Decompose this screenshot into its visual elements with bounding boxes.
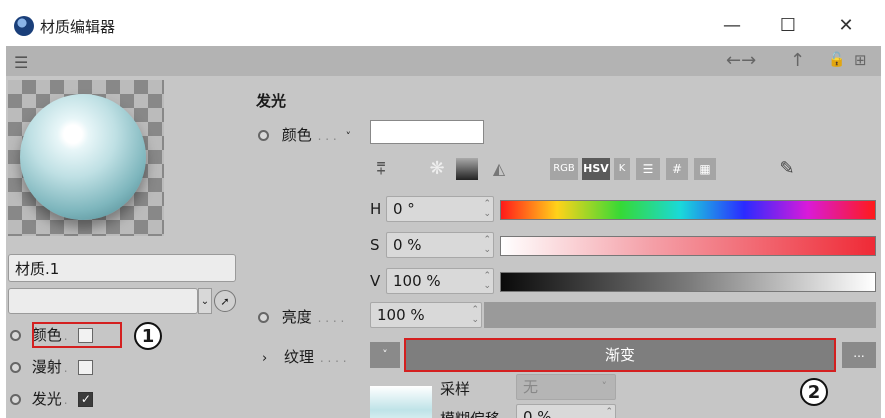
saturation-slider[interactable] (500, 236, 876, 256)
callout-1: 1 (134, 322, 162, 350)
brightness-slider[interactable] (484, 302, 876, 328)
texture-more-button[interactable]: ... (842, 342, 876, 368)
cinema4d-app-icon (14, 16, 34, 36)
back-forward-icon[interactable]: ←→ (726, 50, 756, 71)
v-label: V (370, 272, 381, 290)
editor-toolbar: ☰ ←→ ↑ 🔓 ⊞ (6, 46, 881, 76)
spinner-icon[interactable]: ⌃⌄ (471, 305, 479, 325)
h-field[interactable]: 0 ° ⌃ ⌄ (386, 196, 494, 222)
up-arrow-icon[interactable]: ↑ (790, 50, 805, 71)
spinner-icon[interactable]: ⌃⌄ (483, 271, 491, 291)
sampling-dropdown[interactable]: 无 ˅ (516, 374, 616, 400)
radio-icon (10, 330, 21, 341)
brightness-row: 亮度 . . . . (258, 306, 344, 327)
hex-icon[interactable]: # (666, 158, 688, 180)
section-title: 发光 (256, 92, 287, 110)
value-slider[interactable] (500, 272, 876, 292)
rgb-mode-icon[interactable]: RGB (550, 158, 578, 180)
v-value: 100 % (393, 272, 441, 290)
blur-offset-field[interactable]: 0 % ⌃⌄ (516, 404, 616, 418)
color-swatch[interactable] (370, 120, 484, 144)
radio-icon[interactable] (258, 130, 269, 141)
callout-2: 2 (800, 378, 828, 406)
material-name-field[interactable]: 材质.1 (8, 254, 236, 282)
sampling-value: 无 (523, 378, 539, 396)
material-preview[interactable] (8, 80, 164, 236)
s-value: 0 % (393, 236, 422, 254)
chevron-down-icon: ˅ (601, 380, 608, 393)
hamburger-icon[interactable]: ☰ (14, 53, 28, 72)
channel-luminance[interactable]: 发光. ✓ (10, 386, 94, 412)
h-value: 0 ° (393, 200, 415, 218)
radio-icon (10, 362, 21, 373)
minimize-button[interactable]: — (710, 12, 754, 40)
annotation-box-1 (32, 322, 122, 348)
channel-diffuse-checkbox[interactable] (78, 360, 94, 375)
s-field[interactable]: 0 % ⌃ ⌄ (386, 232, 494, 258)
spinner-icon[interactable]: ⌃⌄ (483, 235, 491, 255)
radio-icon (10, 394, 21, 405)
s-label: S (370, 236, 380, 254)
spectrum-icon[interactable] (456, 158, 478, 180)
spinner-icon[interactable]: ⌃⌄ (483, 199, 491, 219)
brightness-label: 亮度 (281, 308, 312, 326)
spinner-icon[interactable]: ⌃⌄ (605, 407, 613, 418)
swatches-grid-icon[interactable]: ▦ (694, 158, 716, 180)
pointer-picker-icon[interactable]: ➚ (214, 290, 236, 312)
material-layer-dropdown[interactable] (8, 288, 198, 314)
channel-diffuse[interactable]: 漫射. (10, 354, 94, 380)
annotation-box-2 (404, 338, 836, 372)
v-field[interactable]: 100 % ⌃ ⌄ (386, 268, 494, 294)
color-wheel-icon[interactable]: ❋ (426, 158, 448, 180)
title-bar: 材质编辑器 — ☐ ✕ (6, 6, 881, 46)
texture-row: › 纹理 . . . . (262, 348, 347, 366)
radio-icon[interactable] (258, 312, 269, 323)
chevron-down-icon[interactable]: ˅ (345, 130, 351, 143)
color-row: 颜色 . . . ˅ (258, 124, 351, 145)
material-editor-window: 材质编辑器 — ☐ ✕ ☰ ←→ ↑ 🔓 ⊞ 材质.1 ⌄ ➚ 颜色. 1 漫射… (6, 6, 881, 418)
hsv-mode-icon[interactable]: HSV (582, 158, 610, 180)
hue-slider[interactable] (500, 200, 876, 220)
channel-luminance-checkbox[interactable]: ✓ (78, 392, 94, 407)
blur-offset-label: 模糊偏移 (440, 408, 500, 418)
image-icon[interactable]: ◭ (488, 158, 510, 180)
channel-label: 漫射 (31, 358, 62, 376)
maximize-button[interactable]: ☐ (766, 12, 810, 40)
new-window-icon[interactable]: ⊞ (854, 51, 867, 69)
close-button[interactable]: ✕ (824, 12, 868, 40)
texture-label: 纹理 (283, 348, 314, 366)
brightness-value: 100 % (377, 306, 425, 324)
eyedropper-icon[interactable]: ✎ (776, 158, 798, 180)
expand-arrow-icon[interactable]: › (262, 351, 267, 366)
left-pane: 材质.1 ⌄ ➚ 颜色. 1 漫射. 发光. ✓ (6, 76, 246, 418)
preview-sphere (20, 94, 146, 220)
brightness-field[interactable]: 100 % ⌃ ⌄ (370, 302, 482, 328)
color-wheel-toggle-icon[interactable]: ⩱ (370, 158, 392, 180)
blur-offset-value: 0 % (523, 408, 552, 418)
window-title: 材质编辑器 (40, 18, 116, 36)
chevron-down-icon[interactable]: ⌄ (198, 288, 212, 314)
lock-icon[interactable]: 🔓 (828, 52, 845, 68)
h-label: H (370, 200, 382, 218)
right-pane: 发光 颜色 . . . ˅ ⩱ ❋ ◭ RGB HSV K ☰ # ▦ ✎ H … (250, 76, 881, 418)
texture-thumbnail[interactable] (370, 386, 432, 418)
color-label: 颜色 (281, 126, 312, 144)
channel-label: 发光 (31, 390, 62, 408)
kelvin-mode-icon[interactable]: K (614, 158, 630, 180)
texture-dropdown-chevron-icon[interactable]: ˅ (370, 342, 400, 368)
sampling-label: 采样 (440, 380, 471, 398)
mixer-icon[interactable]: ☰ (636, 158, 660, 180)
